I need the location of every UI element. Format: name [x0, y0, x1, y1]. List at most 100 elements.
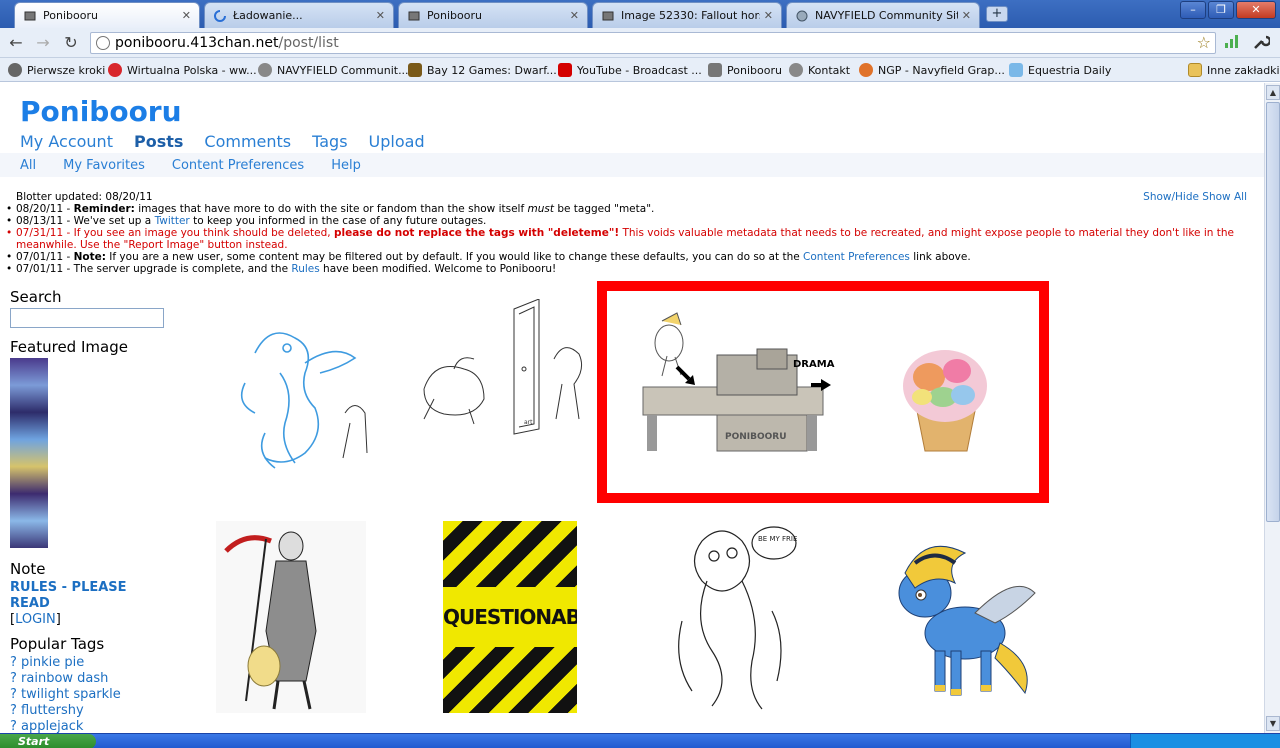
tag-link-twilight-sparkle[interactable]: ? twilight sparkle	[10, 687, 170, 703]
tag-link-pinkie-pie[interactable]: ? pinkie pie	[10, 655, 170, 671]
wp-logo-icon	[108, 63, 122, 77]
ngp-icon	[859, 63, 873, 77]
url-host: ponibooru.413chan.net	[115, 35, 279, 51]
tag-link-rainbow-dash[interactable]: ? rainbow dash	[10, 671, 170, 687]
bookmark-item[interactable]: NAVYFIELD Communit...	[258, 62, 409, 78]
tag-link-fluttershy[interactable]: ? fluttershy	[10, 703, 170, 719]
bookmark-item[interactable]: YouTube - Broadcast ...	[558, 62, 702, 78]
blotter-entry: 08/13/11 - We've set up a Twitter to kee…	[6, 215, 1248, 227]
tab-title: Ponibooru	[43, 9, 98, 22]
main-nav: My Account Posts Comments Tags Upload	[20, 132, 446, 151]
blotter-entry: 07/01/11 - The server upgrade is complet…	[6, 263, 1248, 275]
machine-label: PONIBOORU	[725, 432, 787, 442]
tab-title: Ładowanie...	[233, 9, 303, 22]
close-tab-icon[interactable]: ✕	[182, 9, 191, 22]
bay12-icon	[408, 63, 422, 77]
bookmark-star-icon[interactable]: ☆	[1197, 33, 1211, 52]
tab-title: NAVYFIELD Community Site	[815, 9, 958, 22]
signal-bars-icon[interactable]	[1224, 34, 1240, 52]
globe-icon	[795, 9, 809, 23]
subnav-help[interactable]: Help	[331, 158, 361, 173]
drama-label: DRAMA	[793, 359, 835, 370]
sidebar: Search Featured Image Note RULES - PLEAS…	[10, 288, 170, 733]
bookmark-item[interactable]: Equestria Daily	[1009, 62, 1111, 78]
thumbnail-skeleton-reaper[interactable]	[216, 521, 366, 713]
close-tab-icon[interactable]: ✕	[764, 9, 773, 22]
nav-my-account[interactable]: My Account	[20, 132, 113, 151]
login-wrapper: [LOGIN]	[10, 612, 61, 627]
subnav-all[interactable]: All	[20, 158, 36, 173]
minimize-button[interactable]: –	[1180, 1, 1206, 19]
reload-icon[interactable]: ↻	[61, 33, 81, 53]
other-bookmarks[interactable]: Inne zakładki	[1188, 62, 1280, 78]
folder-icon	[1188, 63, 1202, 77]
tab-image-52330[interactable]: Image 52330: Fallout horse ro ✕	[592, 2, 782, 28]
back-arrow-icon[interactable]: ←	[6, 33, 26, 53]
maximize-button[interactable]: ❐	[1208, 1, 1234, 19]
scroll-down-arrow-icon[interactable]: ▼	[1266, 716, 1280, 731]
blotter-updated: Blotter updated: 08/20/11	[16, 191, 153, 203]
start-button[interactable]: Start	[0, 734, 96, 748]
scroll-up-arrow-icon[interactable]: ▲	[1266, 85, 1280, 100]
wrench-icon[interactable]	[1252, 34, 1272, 54]
tab-strip: Ponibooru ✕ Ładowanie... ✕ Ponibooru ✕ I…	[0, 0, 1280, 28]
forward-arrow-icon[interactable]: →	[33, 33, 53, 53]
close-tab-icon[interactable]: ✕	[376, 9, 385, 22]
address-bar[interactable]: ponibooru.413chan.net/post/list ☆	[90, 32, 1216, 54]
site-title[interactable]: Ponibooru	[20, 95, 182, 128]
thumbnail-door-sketch[interactable]: art	[414, 299, 594, 439]
bookmark-item[interactable]: Pierwsze kroki	[8, 62, 105, 78]
blotter-entry: 07/01/11 - Note: If you are a new user, …	[6, 251, 1248, 263]
questionable-label: QUESTIONABLE	[443, 587, 577, 647]
globe-icon	[96, 36, 110, 50]
bookmark-item[interactable]: Ponibooru	[708, 62, 782, 78]
bookmark-item[interactable]: Wirtualna Polska - ww...	[108, 62, 257, 78]
nav-tags[interactable]: Tags	[312, 132, 347, 151]
thumbnail-questionable[interactable]: QUESTIONABLE	[443, 521, 577, 713]
close-window-button[interactable]: ✕	[1236, 1, 1276, 19]
thumbnail-blue-sketch[interactable]	[225, 313, 385, 473]
content-preferences-link[interactable]: Content Preferences	[803, 251, 910, 263]
scrollbar-thumb[interactable]	[1266, 102, 1280, 522]
rules-please-read-link[interactable]: RULES - PLEASE READ	[10, 580, 130, 612]
featured-image[interactable]	[10, 358, 48, 548]
close-tab-icon[interactable]: ✕	[570, 9, 579, 22]
note-heading: Note	[10, 560, 46, 578]
featured-heading: Featured Image	[10, 338, 128, 356]
loading-spinner-icon	[213, 9, 227, 23]
nav-comments[interactable]: Comments	[204, 132, 291, 151]
new-tab-button[interactable]: +	[986, 6, 1008, 22]
browser-toolbar: ← → ↻ ponibooru.413chan.net/post/list ☆	[0, 28, 1280, 58]
rules-link[interactable]: Rules	[291, 263, 319, 275]
twitter-link[interactable]: Twitter	[155, 215, 190, 227]
search-input[interactable]	[10, 308, 164, 328]
sub-nav: All My Favorites Content Preferences Hel…	[0, 153, 1264, 177]
svg-text:art: art	[524, 419, 533, 426]
page-icon	[601, 9, 615, 23]
thumbnail-drama-machine[interactable]: PONIBOORU DRAMA	[597, 281, 1049, 503]
vertical-scrollbar[interactable]: ▲ ▼	[1264, 83, 1280, 733]
page-content: Ponibooru My Account Posts Comments Tags…	[0, 83, 1264, 733]
system-tray	[1130, 734, 1280, 748]
bookmark-item[interactable]: Bay 12 Games: Dwarf...	[408, 62, 557, 78]
thumbnail-monster-sketch[interactable]: BE MY FRIEND	[662, 521, 798, 713]
thumbnail-wonderbolt-pony[interactable]	[885, 533, 1041, 701]
tag-link-applejack[interactable]: ? applejack	[10, 719, 170, 733]
windows-taskbar: Start	[0, 733, 1280, 748]
subnav-my-favorites[interactable]: My Favorites	[63, 158, 145, 173]
tab-title: Image 52330: Fallout horse ro	[621, 9, 760, 22]
tab-loading[interactable]: Ładowanie... ✕	[204, 2, 394, 28]
url-path: /post/list	[278, 35, 339, 51]
close-tab-icon[interactable]: ✕	[962, 9, 971, 22]
bookmark-item[interactable]: Kontakt	[789, 62, 850, 78]
search-heading: Search	[10, 288, 62, 306]
tab-ponibooru-active[interactable]: Ponibooru ✕	[14, 2, 200, 28]
tab-navyfield[interactable]: NAVYFIELD Community Site ✕	[786, 2, 980, 28]
tab-ponibooru[interactable]: Ponibooru ✕	[398, 2, 588, 28]
globe-icon	[258, 63, 272, 77]
login-link[interactable]: LOGIN	[15, 612, 56, 627]
nav-posts[interactable]: Posts	[134, 132, 183, 151]
bookmark-item[interactable]: NGP - Navyfield Grap...	[859, 62, 1005, 78]
subnav-content-preferences[interactable]: Content Preferences	[172, 158, 304, 173]
nav-upload[interactable]: Upload	[369, 132, 425, 151]
